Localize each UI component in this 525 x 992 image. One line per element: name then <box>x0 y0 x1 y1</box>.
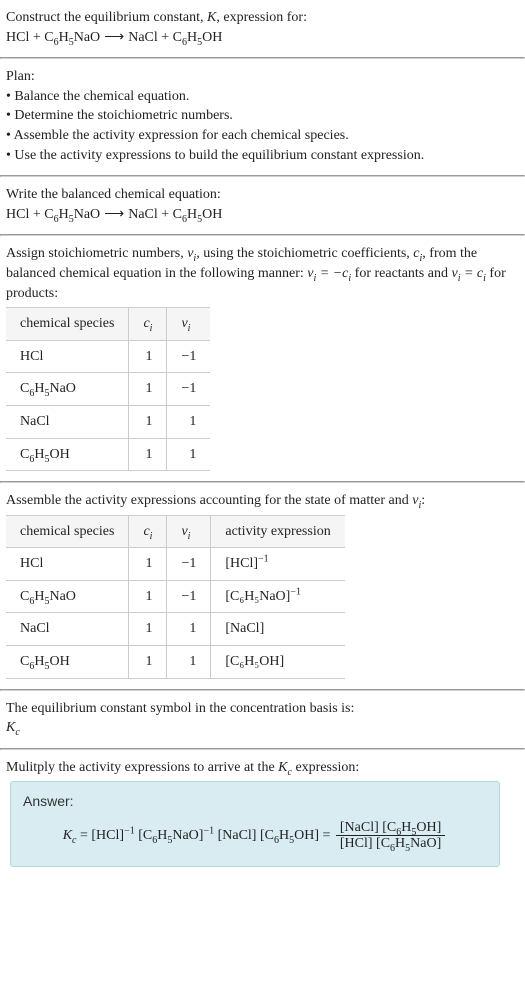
multiply-text: Mulitply the activity expressions to arr… <box>6 758 519 778</box>
table-row: C6H5OH 1 1 <box>6 438 210 471</box>
cell-species: C6H5OH <box>6 438 129 471</box>
table-row: C6H5OH 1 1 [C₆H₅OH] <box>6 646 345 679</box>
cell-species: C6H5NaO <box>6 373 129 406</box>
cell-ci: 1 <box>129 646 167 679</box>
plan-item: Balance the chemical equation. <box>6 87 519 107</box>
table-header-row: chemical species ci νi activity expressi… <box>6 515 345 548</box>
activity-label-b: : <box>421 493 425 508</box>
cell-nui: −1 <box>167 373 210 406</box>
activity-section: Assemble the activity expressions accoun… <box>0 483 525 689</box>
col-nui: νi <box>167 515 211 548</box>
plan-list: Balance the chemical equation. Determine… <box>6 87 519 165</box>
balanced-label: Write the balanced chemical equation: <box>6 185 519 205</box>
table-row: C6H5NaO 1 −1 <box>6 373 210 406</box>
nu-symbol: νi <box>412 493 421 508</box>
cell-species: C6H5OH <box>6 646 129 679</box>
stoich-table: chemical species ci νi HCl 1 −1 C6H5NaO … <box>6 307 210 471</box>
k-symbol: K <box>207 10 216 25</box>
plan-item: Determine the stoichiometric numbers. <box>6 106 519 126</box>
cell-species: HCl <box>6 340 129 373</box>
stoich-text-a: Assign stoichiometric numbers, <box>6 246 187 261</box>
kc-intro-section: The equilibrium constant symbol in the c… <box>0 691 525 748</box>
kc-intro: The equilibrium constant symbol in the c… <box>6 699 519 719</box>
col-activity: activity expression <box>211 515 345 548</box>
col-nui: νi <box>167 308 210 341</box>
stoich-text-b: , using the stoichiometric coefficients, <box>196 246 413 261</box>
cell-species: NaCl <box>6 405 129 438</box>
table-row: NaCl 1 1 [NaCl] <box>6 613 345 646</box>
balanced-equation: HCl + C6H5NaO⟶NaCl + C6H5OH <box>6 205 519 225</box>
cell-nui: 1 <box>167 438 210 471</box>
cell-nui: 1 <box>167 613 211 646</box>
cell-activity: [NaCl] <box>211 613 345 646</box>
col-ci: ci <box>129 515 167 548</box>
kc-symbol: Kc <box>6 718 519 738</box>
cell-ci: 1 <box>129 438 167 471</box>
table-row: HCl 1 −1 <box>6 340 210 373</box>
kc-fraction: [NaCl] [C6H5OH] [HCl] [C6H5NaO] <box>334 820 447 852</box>
col-species: chemical species <box>6 515 129 548</box>
cell-species: HCl <box>6 548 129 581</box>
activity-label: Assemble the activity expressions accoun… <box>6 491 519 511</box>
cell-activity: [HCl]−1 <box>211 548 345 581</box>
cell-nui: −1 <box>167 548 211 581</box>
table-row: NaCl 1 1 <box>6 405 210 438</box>
cell-activity: [C₆H₅NaO]−1 <box>211 580 345 613</box>
kc-numerator: [NaCl] [C6H5OH] <box>336 820 445 836</box>
answer-label: Answer: <box>23 792 487 812</box>
cell-ci: 1 <box>129 340 167 373</box>
cell-nui: −1 <box>167 340 210 373</box>
cell-ci: 1 <box>129 580 167 613</box>
col-ci: ci <box>129 308 167 341</box>
cell-nui: 1 <box>167 405 210 438</box>
intro-section: Construct the equilibrium constant, K, e… <box>0 0 525 57</box>
cell-activity: [C₆H₅OH] <box>211 646 345 679</box>
cell-nui: 1 <box>167 646 211 679</box>
plan-item: Use the activity expressions to build th… <box>6 146 519 166</box>
reaction-equation: HCl + C6H5NaO⟶NaCl + C6H5OH <box>6 28 519 48</box>
balanced-section: Write the balanced chemical equation: HC… <box>0 177 525 234</box>
answer-box: Answer: Kc = [HCl]−1 [C6H5NaO]−1 [NaCl] … <box>10 781 500 866</box>
activity-label-a: Assemble the activity expressions accoun… <box>6 493 412 508</box>
cell-species: C6H5NaO <box>6 580 129 613</box>
stoich-section: Assign stoichiometric numbers, νi , using… <box>0 236 525 481</box>
table-header-row: chemical species ci νi <box>6 308 210 341</box>
result-section: Mulitply the activity expressions to arr… <box>0 750 525 877</box>
cell-nui: −1 <box>167 580 211 613</box>
plan-section: Plan: Balance the chemical equation. Det… <box>0 59 525 175</box>
stoich-text-e: for reactants and <box>351 266 451 281</box>
stoich-eq2: νi = ci <box>451 266 485 281</box>
multiply-a: Mulitply the activity expressions to arr… <box>6 760 278 775</box>
table-row: HCl 1 −1 [HCl]−1 <box>6 548 345 581</box>
stoich-eq1: νi = −ci <box>307 266 351 281</box>
kc-denominator: [HCl] [C6H5NaO] <box>336 836 445 851</box>
plan-label: Plan: <box>6 67 519 87</box>
table-row: C6H5NaO 1 −1 [C₆H₅NaO]−1 <box>6 580 345 613</box>
plan-item: Assemble the activity expression for eac… <box>6 126 519 146</box>
kc-expression: Kc = [HCl]−1 [C6H5NaO]−1 [NaCl] [C6H5OH]… <box>23 820 487 852</box>
cell-species: NaCl <box>6 613 129 646</box>
activity-table: chemical species ci νi activity expressi… <box>6 515 345 679</box>
stoich-text: Assign stoichiometric numbers, νi, using… <box>6 244 519 303</box>
cell-ci: 1 <box>129 373 167 406</box>
cell-ci: 1 <box>129 613 167 646</box>
cell-ci: 1 <box>129 405 167 438</box>
multiply-b: expression: <box>292 760 359 775</box>
kc-symbol-inline: Kc <box>278 760 292 775</box>
cell-ci: 1 <box>129 548 167 581</box>
col-species: chemical species <box>6 308 129 341</box>
intro-text-b: , expression for: <box>216 10 307 25</box>
intro-text: Construct the equilibrium constant, <box>6 10 207 25</box>
